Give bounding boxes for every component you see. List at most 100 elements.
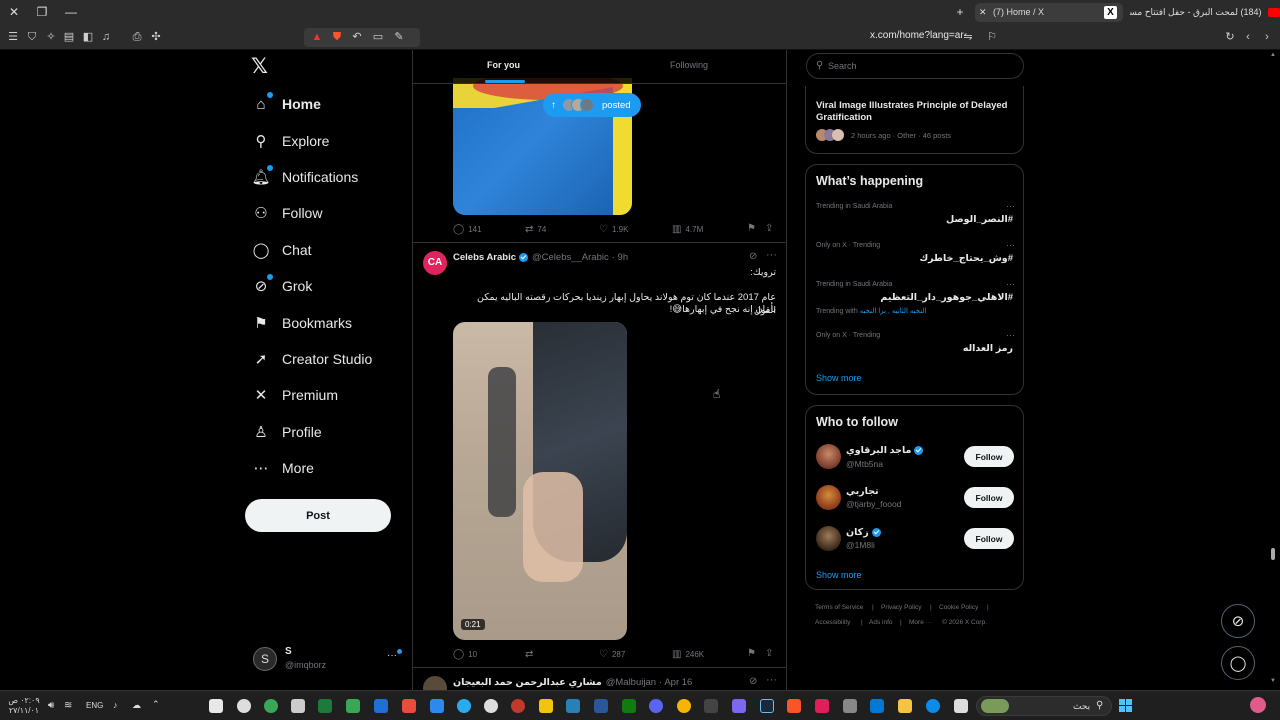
tab-following[interactable]: Following	[670, 60, 708, 70]
store-icon[interactable]	[870, 699, 884, 713]
site-settings-icon[interactable]: ⇋	[961, 30, 975, 44]
author-name[interactable]: Celebs Arabic	[453, 252, 516, 263]
scrollbar-thumb[interactable]	[1271, 548, 1275, 560]
sidebar-item-more[interactable]: ⋯ More	[252, 454, 314, 482]
like-button[interactable]: ♡ 1.9K	[599, 224, 628, 235]
taskbar-search[interactable]: بحث ⚲	[976, 696, 1112, 716]
cookie-link[interactable]: Cookie Policy	[939, 604, 978, 611]
warning-icon[interactable]: ▲	[310, 30, 324, 44]
trend-more-icon[interactable]: ···	[1006, 240, 1015, 250]
tab-youtube[interactable]: (184) لمحت البرق - حفل افتتاح مسرح ا...	[1130, 3, 1280, 22]
trend-more-icon[interactable]: ···	[1006, 201, 1015, 211]
notepad-icon[interactable]	[209, 699, 223, 713]
repost-button[interactable]: ⇄	[525, 649, 537, 660]
more-options-icon[interactable]: ···	[766, 249, 777, 261]
minimize-window-icon[interactable]: —	[62, 4, 80, 20]
app-icon[interactable]	[954, 699, 968, 713]
windows-start-icon[interactable]	[1119, 699, 1133, 713]
share-button[interactable]: ⇪	[765, 223, 777, 234]
notification-badge-icon[interactable]	[1250, 697, 1266, 713]
more-link[interactable]: More ···	[909, 619, 932, 626]
brave-shield-icon[interactable]: ⛊	[330, 30, 344, 44]
xbox-icon[interactable]	[622, 699, 636, 713]
puzzle-icon[interactable]: ✣	[149, 30, 163, 44]
menu-icon[interactable]: ☰	[6, 30, 20, 44]
app-icon[interactable]	[815, 699, 829, 713]
new-posts-pill[interactable]: ↑ posted	[543, 93, 641, 117]
x-logo-icon[interactable]: 𝕏	[251, 56, 271, 78]
language-indicator[interactable]: ENG	[86, 701, 103, 710]
sidebar-item-explore[interactable]: ⚲ Explore	[252, 127, 330, 155]
news-title[interactable]: Viral Image Illustrates Principle of Del…	[816, 100, 1016, 124]
sidebar-item-chat[interactable]: ◯ Chat	[252, 236, 312, 264]
trend-more-icon[interactable]: ···	[1006, 279, 1015, 289]
page-scrollbar[interactable]: ▲ ▼	[1270, 52, 1276, 688]
reload-icon[interactable]: ↻	[1223, 30, 1237, 44]
share-icon[interactable]: ↶	[350, 30, 364, 44]
trend-related-links[interactable]: النخبه الثانيه , برا النخبه	[860, 308, 927, 315]
grok-icon[interactable]: ⊘	[749, 251, 757, 262]
reply-button[interactable]: ◯ 10	[453, 649, 477, 660]
edge-icon[interactable]	[926, 699, 940, 713]
more-options-icon[interactable]: ···	[766, 674, 777, 686]
trend-name[interactable]: رمز العداله	[963, 343, 1013, 354]
trend-more-icon[interactable]: ···	[1006, 330, 1015, 340]
repost-button[interactable]: ⇄ 74	[525, 224, 546, 235]
obs-icon[interactable]	[484, 699, 498, 713]
sidebar-item-notifications[interactable]: 🔔︎ Notifications	[251, 163, 358, 191]
cast-icon[interactable]: ▭	[371, 30, 385, 44]
like-button[interactable]: ♡ 287	[599, 649, 625, 660]
avatar[interactable]: CA	[423, 251, 447, 275]
tab-for-you[interactable]: For you	[487, 60, 520, 70]
post-button[interactable]: Post	[245, 499, 391, 532]
close-tab-icon[interactable]: ✕	[979, 3, 987, 22]
discord-icon[interactable]	[649, 699, 663, 713]
volume-icon[interactable]: 🔊︎	[48, 700, 54, 711]
back-icon[interactable]: ‹	[1241, 30, 1255, 44]
extensions-icon[interactable]: ✧	[44, 30, 58, 44]
user-name[interactable]: ماجد البرقاوي	[846, 445, 924, 456]
bookmark-button[interactable]: ⚑	[747, 648, 760, 659]
url-field[interactable]: x.com/home?lang=ar	[870, 30, 964, 41]
views-button[interactable]: ▥ 4.7M	[672, 224, 703, 235]
news-panel[interactable]: Viral Image Illustrates Principle of Del…	[805, 86, 1024, 154]
app-icon[interactable]	[374, 699, 388, 713]
translate-icon[interactable]: ✎	[392, 30, 406, 44]
folder-icon[interactable]	[898, 699, 912, 713]
app-icon[interactable]	[539, 699, 553, 713]
tabs-icon[interactable]: ▤	[62, 30, 76, 44]
excel-icon[interactable]	[318, 699, 332, 713]
messages-fab-button[interactable]: ◯	[1221, 646, 1255, 680]
author-handle[interactable]: @Celebs__Arabic	[532, 252, 609, 263]
scroll-down-icon[interactable]: ▼	[1270, 678, 1276, 684]
brave-icon[interactable]	[787, 699, 801, 713]
follow-button[interactable]: Follow	[964, 487, 1014, 508]
grok-fab-button[interactable]: ⊘	[1221, 604, 1255, 638]
trend-name[interactable]: #النصر_الوصل	[946, 214, 1013, 225]
user-name[interactable]: تجاربي	[846, 486, 879, 497]
app-icon[interactable]	[704, 699, 718, 713]
sidebar-item-bookmarks[interactable]: ⚑ Bookmarks	[252, 309, 352, 337]
scroll-up-icon[interactable]: ▲	[1270, 52, 1276, 58]
telegram-icon[interactable]	[457, 699, 471, 713]
restore-window-icon[interactable]: ❐	[33, 4, 51, 20]
avatar[interactable]	[423, 676, 447, 690]
views-button[interactable]: ▥ 246K	[672, 649, 704, 660]
steam-icon[interactable]	[760, 699, 774, 713]
app-icon[interactable]	[402, 699, 416, 713]
tab-home-x[interactable]: ✕ (7) Home / X X	[975, 3, 1123, 22]
word-icon[interactable]	[594, 699, 608, 713]
show-more-link[interactable]: Show more	[816, 570, 862, 580]
avatar[interactable]	[816, 526, 841, 551]
mail-icon[interactable]	[430, 699, 444, 713]
search-input[interactable]: Search	[828, 61, 857, 71]
user-name[interactable]: زكان	[846, 527, 881, 538]
privacy-link[interactable]: Privacy Policy	[881, 604, 921, 611]
music-icon[interactable]: ♫	[99, 30, 113, 44]
sidebar-item-follow[interactable]: ⚇ Follow	[252, 199, 322, 227]
avatar[interactable]	[816, 444, 841, 469]
search-box[interactable]: ⚲ Search	[806, 53, 1024, 79]
terms-link[interactable]: Terms of Service	[815, 604, 863, 611]
grok-icon[interactable]: ⊘	[749, 676, 757, 687]
author-name[interactable]: مشاري عبدالرحمن حمد البعيجان	[453, 677, 602, 688]
